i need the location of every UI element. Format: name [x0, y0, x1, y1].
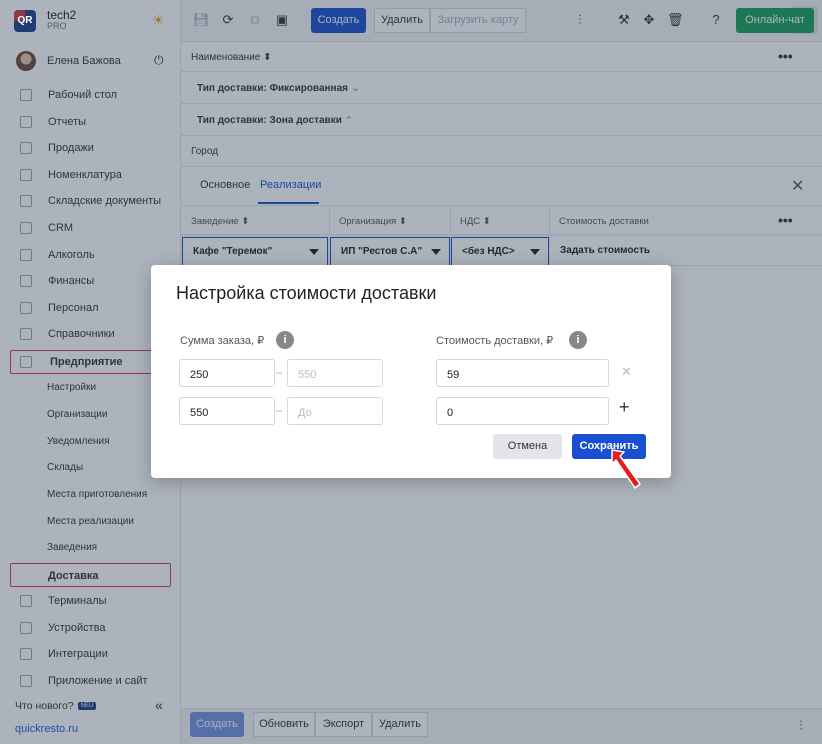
- delivery-cost-input[interactable]: 59: [436, 359, 609, 387]
- order-sum-to-input[interactable]: До: [287, 397, 383, 425]
- order-sum-from-input[interactable]: 550: [179, 397, 275, 425]
- info-icon[interactable]: i: [569, 331, 587, 349]
- add-row-icon[interactable]: +: [619, 397, 630, 418]
- order-sum-to-input[interactable]: 550: [287, 359, 383, 387]
- range-dash: –: [276, 405, 283, 417]
- info-icon[interactable]: i: [276, 331, 294, 349]
- delivery-cost-label: Стоимость доставки, ₽: [436, 335, 554, 347]
- dialog-title: Настройка стоимости доставки: [176, 283, 437, 303]
- range-dash: –: [276, 367, 283, 379]
- cancel-button[interactable]: Отмена: [493, 434, 562, 459]
- delivery-cost-dialog: Настройка стоимости доставки Сумма заказ…: [151, 265, 671, 478]
- order-sum-from-input[interactable]: 250: [179, 359, 275, 387]
- order-sum-label: Сумма заказа, ₽: [180, 335, 265, 347]
- delivery-cost-input[interactable]: 0: [436, 397, 609, 425]
- pointer-arrow-icon: [611, 449, 641, 489]
- remove-row-icon[interactable]: ✕: [621, 364, 632, 380]
